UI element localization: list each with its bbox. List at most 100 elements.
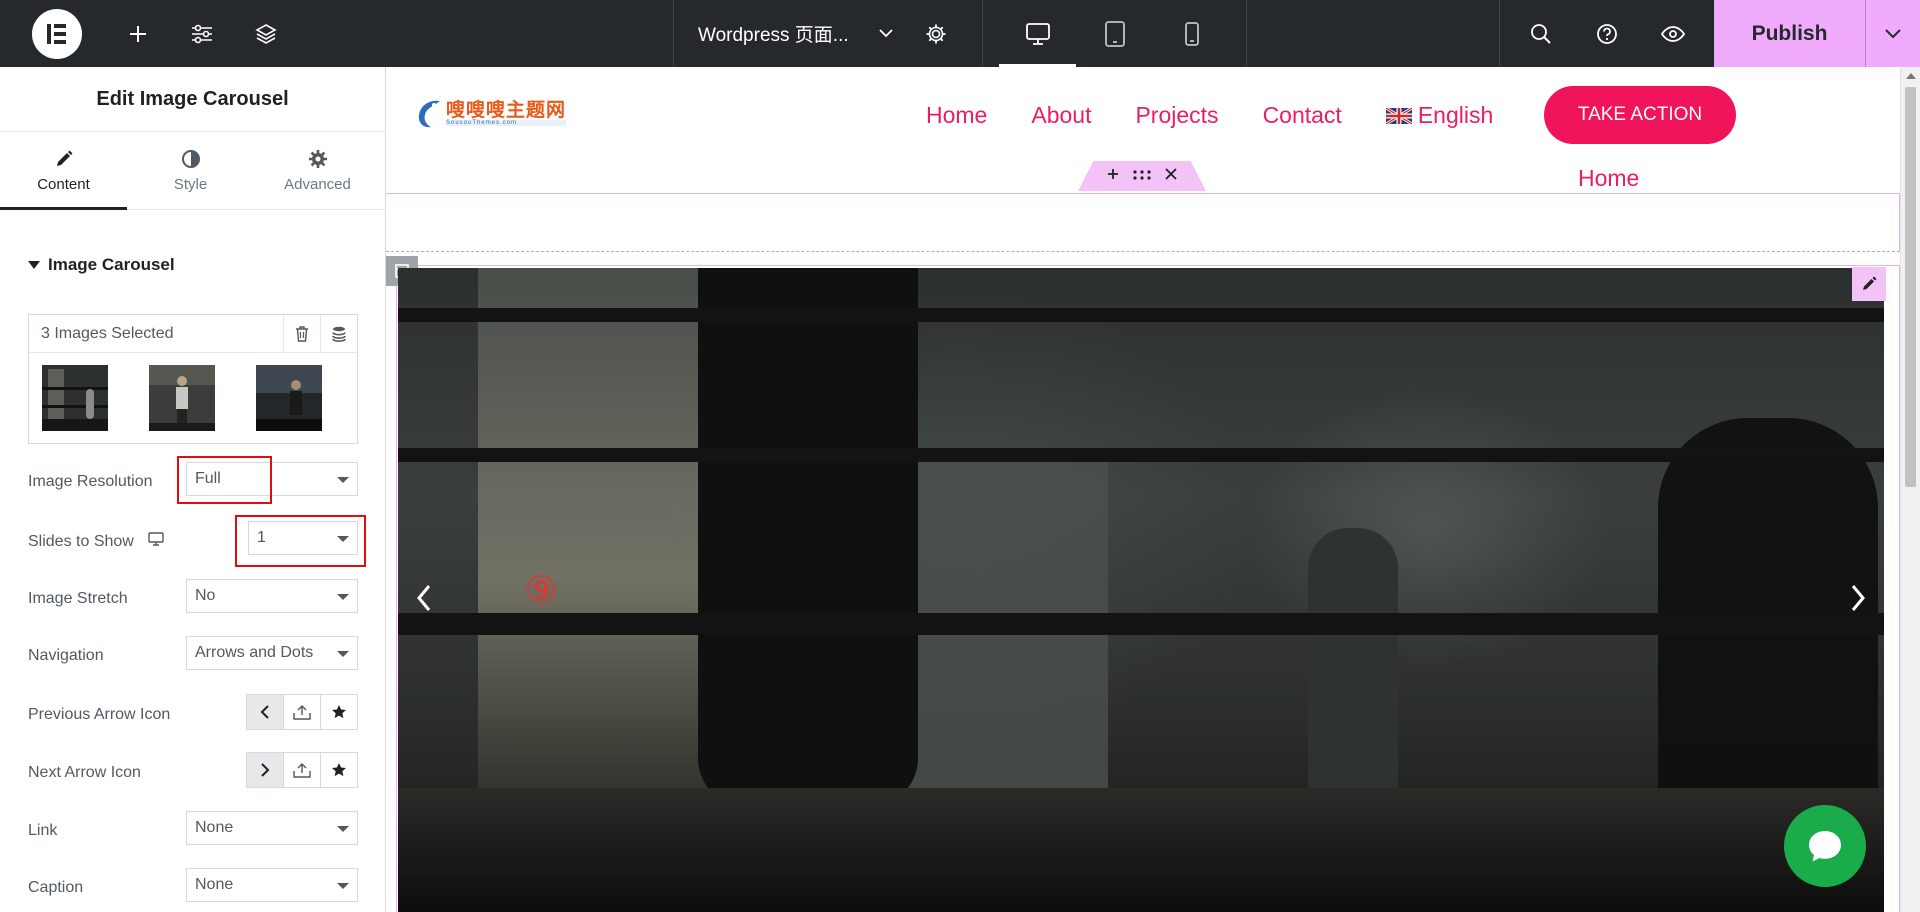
tab-content-label: Content (37, 176, 90, 193)
site-logo[interactable]: 嗖嗖嗖主题网 SousouThemes.com (414, 97, 567, 129)
layers-navigator-icon[interactable] (234, 0, 298, 67)
site-settings-sliders-icon[interactable] (170, 0, 234, 67)
navigation-select[interactable]: Arrows and Dots (186, 636, 358, 670)
help-icon[interactable] (1574, 0, 1640, 67)
chevron-left-icon[interactable] (247, 695, 283, 729)
submenu-home-link[interactable]: Home (1578, 165, 1639, 192)
language-switcher[interactable]: English (1385, 102, 1494, 129)
elementor-logo-icon[interactable] (32, 8, 82, 59)
nav-link-contact[interactable]: Contact (1263, 102, 1342, 129)
slide-boxer-shape (1308, 528, 1398, 808)
document-menu[interactable]: Wordpress 页面... (673, 0, 983, 67)
canvas-scrollbar[interactable] (1900, 67, 1920, 912)
topbar-right-group (1499, 0, 1714, 67)
dropdown-arrow-icon (337, 477, 349, 483)
dropdown-arrow-icon (337, 883, 349, 889)
desktop-device-icon[interactable] (999, 0, 1076, 67)
database-stack-icon[interactable] (320, 315, 357, 352)
star-icon[interactable] (320, 753, 357, 787)
tablet-device-icon[interactable] (1076, 0, 1153, 67)
drag-handle-icon[interactable] (1133, 167, 1151, 185)
document-title[interactable]: Wordpress 页面... (698, 20, 866, 47)
page-settings-gear-icon[interactable] (906, 0, 966, 67)
gallery-count: 3 Images Selected (41, 324, 174, 342)
publish-button[interactable]: Publish (1714, 0, 1865, 67)
image-resolution-label: Image Resolution (28, 473, 153, 490)
upload-icon[interactable] (283, 753, 320, 787)
link-label: Link (28, 822, 58, 839)
header-section-outline (386, 193, 1900, 252)
bird-logo-icon (418, 100, 440, 128)
uk-flag-icon (1385, 107, 1412, 124)
section-toggle-image-carousel[interactable]: Image Carousel (28, 255, 175, 275)
language-label: English (1417, 102, 1494, 128)
star-icon[interactable] (320, 695, 357, 729)
previous-arrow-icon-picker (246, 694, 358, 730)
caption-value: None (195, 876, 234, 893)
desktop-monitor-icon[interactable] (148, 532, 164, 551)
carousel-prev-chevron-icon[interactable] (404, 573, 444, 623)
add-element-icon[interactable] (106, 0, 170, 67)
add-section-icon[interactable] (1107, 167, 1119, 185)
carousel-next-chevron-icon[interactable] (1838, 573, 1878, 623)
upload-icon[interactable] (283, 695, 320, 729)
tab-style[interactable]: Style (127, 132, 254, 209)
slide-floor-shape (398, 788, 1884, 912)
gallery-toolbar: 3 Images Selected (29, 315, 357, 353)
next-arrow-icon-label: Next Arrow Icon (28, 764, 141, 781)
panel-tabs: Content Style Advanced (0, 132, 385, 210)
tab-content[interactable]: Content (0, 132, 127, 210)
image-carousel-slide[interactable]: ⑨ (398, 268, 1884, 912)
image-stretch-label: Image Stretch (28, 590, 128, 607)
section-title-label: Image Carousel (48, 255, 175, 274)
nav-link-home[interactable]: Home (926, 102, 987, 129)
pencil-icon (54, 148, 74, 170)
site-brand-name: 嗖嗖嗖主题网 (446, 99, 567, 121)
nav-link-projects[interactable]: Projects (1135, 102, 1218, 129)
gallery-control[interactable]: 3 Images Selected (28, 314, 358, 444)
gallery-thumbnail[interactable] (256, 365, 322, 431)
mobile-device-icon[interactable] (1153, 0, 1230, 67)
section-handle (1078, 161, 1206, 191)
half-circle-icon (181, 148, 201, 170)
highlight-box-slides (235, 515, 366, 567)
publish-options-chevron-icon[interactable] (1865, 0, 1920, 67)
responsive-mode-switcher (983, 0, 1247, 67)
take-action-button[interactable]: TAKE ACTION (1544, 86, 1736, 144)
delete-section-close-icon[interactable] (1165, 167, 1177, 185)
navigation-label: Navigation (28, 647, 104, 664)
editor-topbar: Wordpress 页面... Publish (0, 0, 1920, 67)
chevron-right-icon[interactable] (247, 753, 283, 787)
next-arrow-icon-picker (246, 752, 358, 788)
chevron-down-icon[interactable] (866, 29, 906, 38)
annotation-marker: ⑨ (524, 570, 559, 612)
link-select[interactable]: None (186, 811, 358, 845)
search-icon[interactable] (1508, 0, 1574, 67)
image-stretch-value: No (195, 587, 216, 604)
image-stretch-select[interactable]: No (186, 579, 358, 613)
gallery-thumbnails (29, 353, 357, 443)
chat-bubble-icon[interactable] (1784, 805, 1866, 887)
slide-ring-rope (398, 448, 1884, 462)
tab-advanced[interactable]: Advanced (254, 132, 381, 209)
gallery-thumbnail[interactable] (42, 365, 108, 431)
scrollbar-thumb[interactable] (1905, 87, 1916, 487)
trash-icon[interactable] (283, 315, 320, 352)
link-value: None (195, 819, 234, 836)
tab-advanced-label: Advanced (284, 176, 351, 193)
dropdown-arrow-icon (337, 594, 349, 600)
highlight-box-resolution (177, 456, 272, 504)
topbar-left-group (0, 0, 673, 67)
nav-link-about[interactable]: About (1031, 102, 1091, 129)
slides-to-show-label: Slides to Show (28, 532, 134, 550)
gallery-thumbnail[interactable] (149, 365, 215, 431)
caption-label: Caption (28, 879, 84, 896)
slide-ring-rope (398, 613, 1884, 635)
editor-panel: Edit Image Carousel Content Style Advanc… (0, 67, 386, 912)
scroll-up-arrow-icon[interactable] (1906, 73, 1916, 79)
caption-select[interactable]: None (186, 868, 358, 902)
panel-title: Edit Image Carousel (0, 67, 385, 132)
edit-widget-pencil-icon[interactable] (1852, 267, 1886, 301)
preview-eye-icon[interactable] (1640, 0, 1706, 67)
